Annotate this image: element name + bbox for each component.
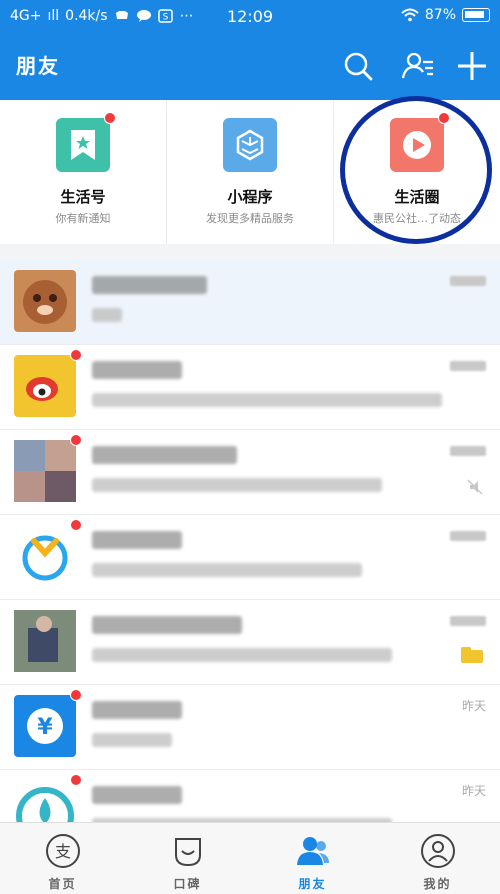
list-item[interactable]: ¥ 昨天 bbox=[0, 685, 500, 770]
tab-friends[interactable]: 朋友 bbox=[250, 823, 375, 894]
tab-label: 首页 bbox=[48, 877, 77, 891]
tab-koubei[interactable]: 口碑 bbox=[125, 823, 250, 894]
item-preview-blurred bbox=[92, 733, 172, 747]
svg-text:支: 支 bbox=[54, 842, 70, 861]
item-time-blurred bbox=[450, 446, 486, 456]
life-circle-icon bbox=[403, 131, 431, 159]
page-title: 朋友 bbox=[16, 54, 60, 78]
quick-entry-mini-program[interactable]: 小程序 发现更多精品服务 bbox=[166, 100, 333, 244]
wifi-icon bbox=[401, 8, 419, 22]
quick-entry-label: 小程序 bbox=[227, 188, 273, 206]
item-time-blurred bbox=[450, 361, 486, 371]
list-item[interactable] bbox=[0, 345, 500, 430]
notification-dot bbox=[438, 112, 450, 124]
alipay-icon: 支 bbox=[45, 834, 80, 868]
item-preview-blurred bbox=[92, 393, 442, 407]
quick-icon-box bbox=[223, 118, 277, 172]
battery-icon bbox=[462, 8, 490, 22]
mini-program-icon bbox=[236, 129, 264, 161]
item-time-blurred bbox=[450, 531, 486, 541]
notification-dot bbox=[70, 774, 82, 786]
quick-entry-life-account[interactable]: 生活号 你有新通知 bbox=[0, 100, 166, 244]
notification-dot bbox=[70, 519, 82, 531]
avatar[interactable] bbox=[14, 349, 82, 417]
folder-icon bbox=[461, 647, 483, 663]
tab-bar: 支 首页 口碑 朋友 我的 bbox=[0, 822, 500, 894]
profile-icon bbox=[420, 834, 455, 868]
item-title-blurred bbox=[92, 446, 237, 464]
avatar[interactable]: ¥ bbox=[14, 689, 82, 757]
notification-dot bbox=[70, 349, 82, 361]
bookmark-star-icon bbox=[71, 130, 95, 160]
avatar[interactable] bbox=[14, 610, 76, 672]
item-title-blurred bbox=[92, 276, 207, 294]
quick-icon-box bbox=[390, 112, 450, 172]
tab-label: 口碑 bbox=[173, 877, 202, 891]
item-preview-blurred bbox=[92, 308, 122, 322]
item-title-blurred bbox=[92, 361, 182, 379]
list-item[interactable] bbox=[0, 600, 500, 685]
tab-label: 朋友 bbox=[298, 877, 327, 891]
mute-icon bbox=[467, 479, 483, 495]
add-icon[interactable] bbox=[454, 48, 490, 84]
item-title-blurred bbox=[92, 531, 182, 549]
contacts-icon[interactable] bbox=[400, 48, 436, 84]
battery-percent: 87% bbox=[424, 7, 456, 23]
quick-entry-subtitle: 你有新通知 bbox=[55, 212, 111, 225]
tab-label: 我的 bbox=[423, 877, 452, 891]
avatar[interactable] bbox=[14, 519, 82, 587]
tab-home[interactable]: 支 首页 bbox=[0, 823, 125, 894]
item-preview-blurred bbox=[92, 478, 382, 492]
item-preview-blurred bbox=[92, 563, 362, 577]
header: 朋友 bbox=[0, 32, 500, 100]
item-time-blurred bbox=[450, 616, 486, 626]
item-preview-blurred bbox=[92, 648, 392, 662]
item-time-blurred bbox=[450, 276, 486, 286]
notification-dot bbox=[70, 434, 82, 446]
quick-entry-label: 生活圈 bbox=[394, 188, 440, 206]
svg-text:¥: ¥ bbox=[37, 715, 53, 740]
notification-dot bbox=[104, 112, 116, 124]
notification-dot bbox=[70, 689, 82, 701]
tab-profile[interactable]: 我的 bbox=[375, 823, 500, 894]
item-title-blurred bbox=[92, 786, 182, 804]
list-item[interactable] bbox=[0, 430, 500, 515]
quick-entry-subtitle: 发现更多精品服务 bbox=[206, 212, 294, 225]
search-icon[interactable] bbox=[340, 48, 376, 84]
item-time: 昨天 bbox=[461, 784, 486, 798]
item-title-blurred bbox=[92, 701, 182, 719]
quick-entry-life-circle[interactable]: 生活圈 惠民公社…了动态 bbox=[333, 100, 500, 244]
status-bar: 4G+ ıll 0.4k/s S ⋯ 12:09 87% bbox=[0, 0, 500, 32]
item-title-blurred bbox=[92, 616, 242, 634]
quick-entry-subtitle: 惠民公社…了动态 bbox=[373, 212, 461, 225]
friends-icon bbox=[296, 837, 329, 865]
status-right: 87% bbox=[401, 7, 490, 23]
item-time: 昨天 bbox=[461, 699, 486, 713]
quick-entry-panel: 生活号 你有新通知 小程序 发现更多精品服务 生活圈 惠民公社…了动态 bbox=[0, 100, 500, 244]
avatar[interactable] bbox=[14, 270, 76, 332]
quick-icon-box bbox=[56, 112, 116, 172]
quick-entry-label: 生活号 bbox=[60, 188, 106, 206]
list-item[interactable] bbox=[0, 260, 500, 345]
list-item[interactable] bbox=[0, 515, 500, 600]
koubei-icon bbox=[174, 838, 201, 867]
avatar[interactable] bbox=[14, 434, 82, 502]
